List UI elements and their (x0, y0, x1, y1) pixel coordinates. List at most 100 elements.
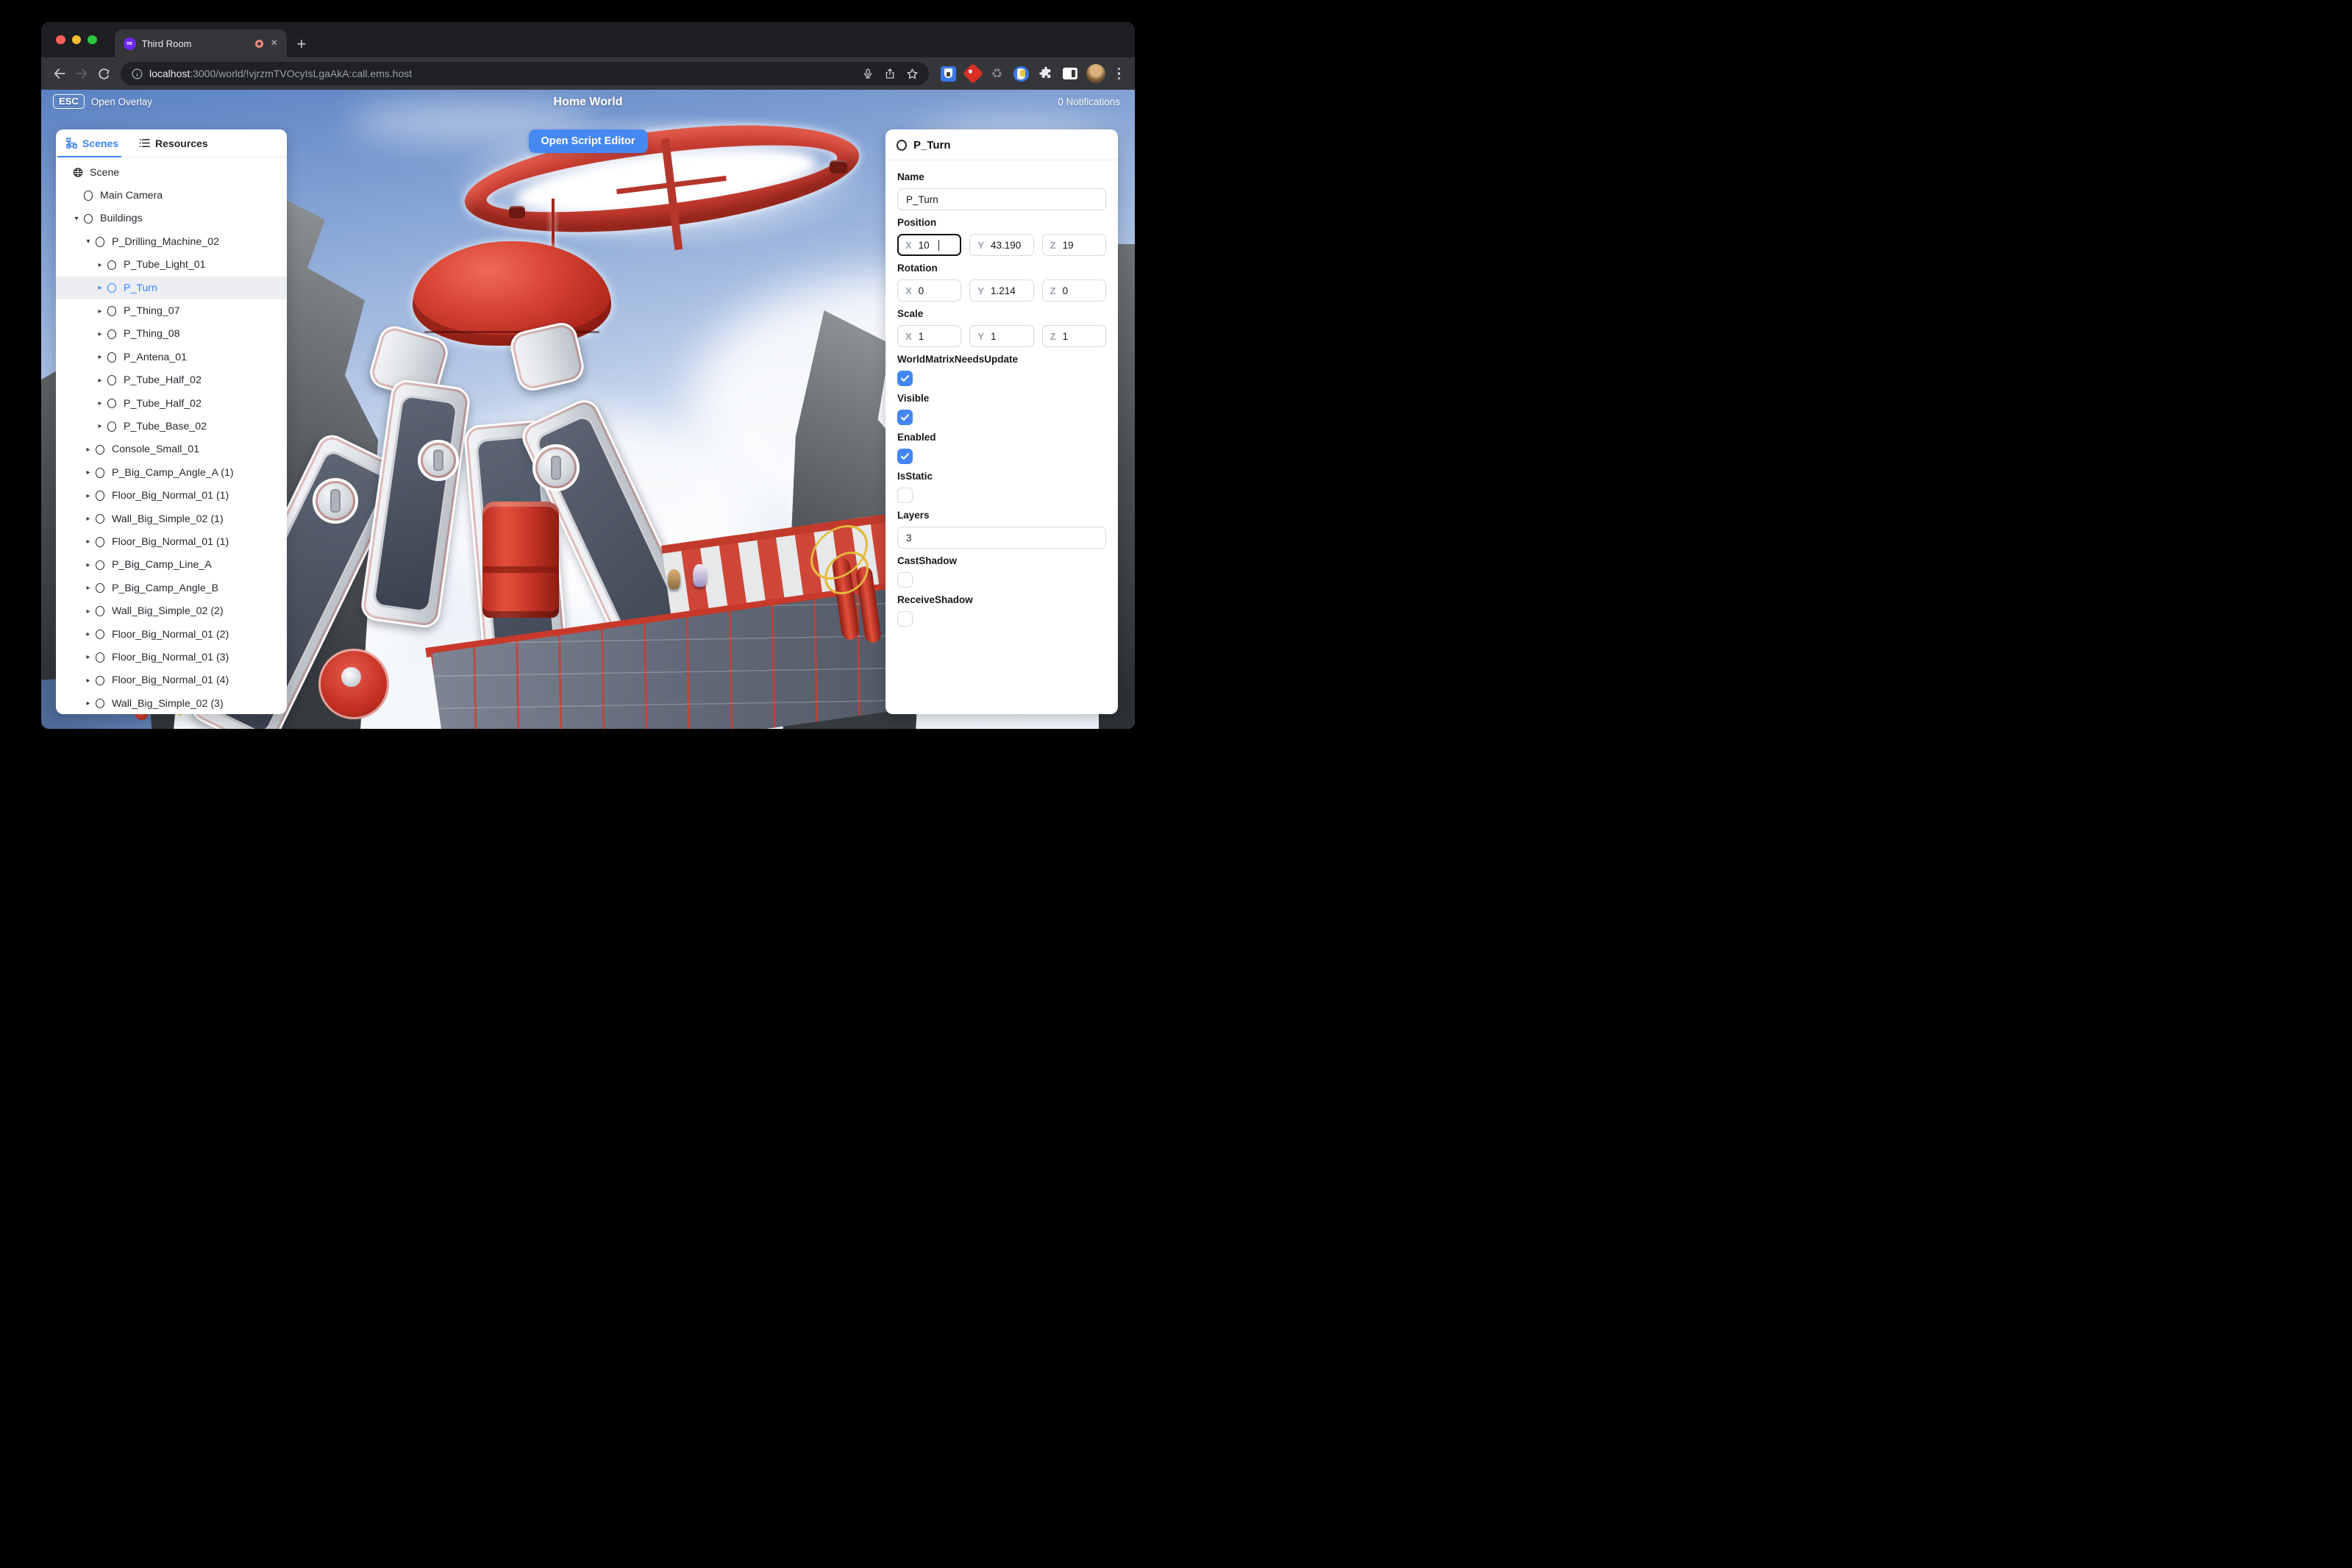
chevron-icon[interactable]: ▸ (94, 422, 106, 430)
red-diamond-extension-icon[interactable] (962, 63, 983, 85)
tree-item-p-big-camp-angle-b[interactable]: ▸ P_Big_Camp_Angle_B (56, 577, 287, 599)
tree-item-p-big-camp-line-a[interactable]: ▸ P_Big_Camp_Line_A (56, 554, 287, 577)
chevron-icon[interactable]: ▸ (94, 284, 106, 292)
chevron-icon[interactable]: ▾ (82, 238, 94, 246)
position-y-field[interactable]: Y (969, 234, 1034, 256)
tree-item-p-thing-08[interactable]: ▸ P_Thing_08 (56, 323, 287, 346)
side-panel-icon[interactable] (1062, 65, 1078, 82)
close-window-button[interactable] (56, 35, 65, 45)
night-mode-extension-icon[interactable] (1013, 65, 1030, 82)
tree-item-buildings[interactable]: ▾ Buildings (56, 207, 287, 230)
rotation-z-field[interactable]: Z (1041, 279, 1106, 302)
tree-item-wall-big-simple-02-3-[interactable]: ▸ Wall_Big_Simple_02 (3) (56, 692, 287, 714)
rotation-x-field[interactable]: X (897, 279, 962, 302)
position-x-field[interactable]: X (897, 234, 962, 256)
scale-y-input[interactable] (991, 330, 1026, 342)
chevron-icon[interactable]: ▸ (82, 492, 94, 500)
scale-z-field[interactable]: Z (1041, 325, 1106, 347)
is-static-checkbox[interactable] (897, 488, 913, 503)
tree-item-p-tube-base-02[interactable]: ▸ P_Tube_Base_02 (56, 415, 287, 438)
position-y-input[interactable] (991, 239, 1026, 251)
tree-item-wall-big-simple-02-2-[interactable]: ▸ Wall_Big_Simple_02 (2) (56, 599, 287, 622)
scale-y-field[interactable]: Y (969, 325, 1034, 347)
tree-item-p-tube-half-02[interactable]: ▸ P_Tube_Half_02 (56, 392, 287, 415)
tree-item-scene[interactable]: Scene (56, 161, 287, 184)
new-tab-button[interactable]: + (297, 36, 307, 52)
chevron-icon[interactable]: ▸ (82, 677, 94, 685)
tree-item-p-antena-01[interactable]: ▸ P_Antena_01 (56, 346, 287, 368)
chevron-icon[interactable]: ▸ (82, 515, 94, 523)
chevron-icon[interactable]: ▸ (82, 561, 94, 569)
position-z-input[interactable] (1062, 239, 1098, 251)
tree-item-floor-big-normal-01-1-[interactable]: ▸ Floor_Big_Normal_01 (1) (56, 484, 287, 507)
chevron-icon[interactable]: ▸ (82, 468, 94, 477)
notifications-count[interactable]: 0 Notifications (1058, 96, 1120, 107)
receive-shadow-checkbox[interactable] (897, 611, 913, 627)
tree-item-floor-big-normal-01-4-[interactable]: ▸ Floor_Big_Normal_01 (4) (56, 669, 287, 692)
zoom-window-button[interactable] (88, 35, 97, 45)
chevron-icon[interactable]: ▸ (82, 653, 94, 661)
chevron-icon[interactable]: ▾ (71, 215, 82, 223)
tree-item-p-turn[interactable]: ▸ P_Turn (56, 276, 287, 300)
extensions-puzzle-icon[interactable] (1038, 65, 1054, 82)
url-bar[interactable]: localhost:3000/world/!vjrzmTVOcyIsLgaAkA… (121, 62, 929, 85)
tree-item-p-tube-light-01[interactable]: ▸ P_Tube_Light_01 (56, 254, 287, 277)
world-matrix-checkbox[interactable] (897, 371, 913, 386)
position-x-input[interactable] (918, 239, 932, 251)
position-z-field[interactable]: Z (1041, 234, 1106, 256)
tree-item-p-drilling-machine-02[interactable]: ▾ P_Drilling_Machine_02 (56, 230, 287, 253)
minimize-window-button[interactable] (71, 35, 81, 45)
rotation-x-input[interactable] (918, 285, 954, 296)
share-icon[interactable] (884, 68, 896, 79)
profile-avatar[interactable] (1086, 64, 1105, 83)
microphone-icon[interactable] (862, 68, 874, 79)
name-input[interactable] (897, 188, 1106, 210)
tree-item-floor-big-normal-01-1-[interactable]: ▸ Floor_Big_Normal_01 (1) (56, 530, 287, 553)
tree-item-console-small-01[interactable]: ▸ Console_Small_01 (56, 438, 287, 461)
chevron-icon[interactable]: ▸ (82, 584, 94, 592)
forward-button[interactable] (71, 63, 93, 85)
tree-item-p-tube-half-02[interactable]: ▸ P_Tube_Half_02 (56, 369, 287, 392)
chevron-icon[interactable]: ▸ (94, 353, 106, 361)
chevron-icon[interactable]: ▸ (94, 399, 106, 407)
rotation-y-input[interactable] (991, 285, 1026, 296)
tree-item-floor-big-normal-01-3-[interactable]: ▸ Floor_Big_Normal_01 (3) (56, 646, 287, 669)
tree-item-floor-big-normal-01-2-[interactable]: ▸ Floor_Big_Normal_01 (2) (56, 623, 287, 646)
chevron-icon[interactable]: ▸ (82, 630, 94, 638)
tree-item-p-thing-07[interactable]: ▸ P_Thing_07 (56, 299, 287, 322)
scale-z-input[interactable] (1062, 330, 1098, 342)
tree-item-p-big-camp-angle-a-1-[interactable]: ▸ P_Big_Camp_Angle_A (1) (56, 461, 287, 484)
cast-shadow-checkbox[interactable] (897, 572, 913, 588)
chevron-icon[interactable]: ▸ (82, 699, 94, 708)
3d-viewport[interactable]: ESC Open Overlay Home World 0 Notificati… (41, 90, 1135, 729)
chevron-icon[interactable]: ▸ (82, 607, 94, 616)
chevron-icon[interactable]: ▸ (94, 377, 106, 385)
tab-resources[interactable]: Resources (129, 129, 218, 157)
browser-menu-icon[interactable] (1113, 67, 1125, 80)
open-overlay-control[interactable]: ESC Open Overlay (53, 94, 152, 109)
tree-item-wall-big-simple-02-1-[interactable]: ▸ Wall_Big_Simple_02 (1) (56, 507, 287, 530)
chevron-icon[interactable]: ▸ (82, 446, 94, 454)
scale-x-input[interactable] (918, 330, 954, 342)
tab-close-button[interactable]: × (269, 38, 279, 49)
chevron-icon[interactable]: ▸ (94, 261, 106, 269)
chevron-icon[interactable]: ▸ (94, 307, 106, 316)
recycle-extension-icon[interactable]: ♻ (989, 65, 1005, 82)
tree-item-main-camera[interactable]: Main Camera (56, 184, 287, 207)
tab-scenes[interactable]: Scenes (56, 129, 129, 157)
chevron-icon[interactable]: ▸ (94, 330, 106, 338)
chevron-icon[interactable]: ▸ (82, 538, 94, 546)
rotation-y-field[interactable]: Y (969, 279, 1034, 302)
password-manager-extension-icon[interactable] (941, 65, 957, 82)
rotation-z-input[interactable] (1062, 285, 1098, 296)
bookmark-star-icon[interactable] (906, 68, 919, 80)
enabled-checkbox[interactable] (897, 449, 913, 464)
scale-x-field[interactable]: X (897, 325, 962, 347)
open-script-editor-button[interactable]: Open Script Editor (528, 129, 648, 153)
browser-tab[interactable]: ∞ Third Room × (114, 29, 287, 57)
reload-button[interactable] (93, 63, 115, 85)
visible-checkbox[interactable] (897, 410, 913, 425)
site-info-icon[interactable] (131, 68, 143, 80)
back-button[interactable] (49, 63, 71, 85)
layers-input[interactable] (897, 527, 1106, 549)
